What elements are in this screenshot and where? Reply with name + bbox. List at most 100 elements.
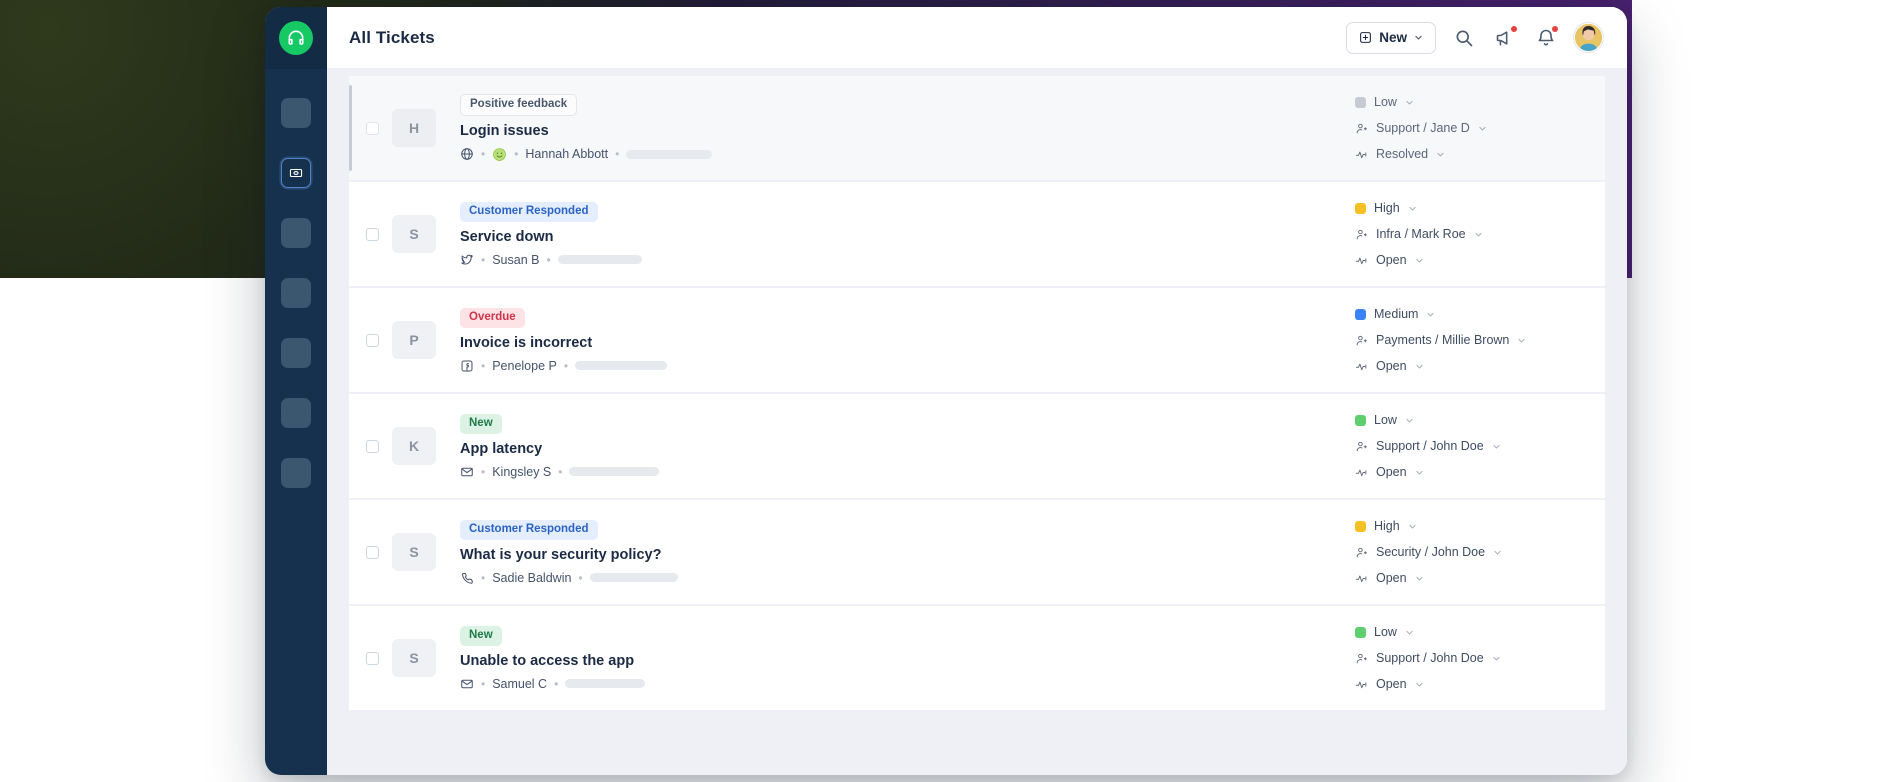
ticket-main: New App latency • Kingsley S •: [460, 413, 1355, 479]
ticket-checkbox[interactable]: [352, 182, 392, 286]
rail-item-6[interactable]: [281, 398, 311, 428]
status-badge: New: [460, 414, 502, 434]
ticket-row[interactable]: P Overdue Invoice is incorrect • Penelope P •…: [349, 288, 1605, 392]
ticket-checkbox[interactable]: [352, 288, 392, 392]
badge-row: Customer Responded: [460, 519, 1355, 540]
ticket-meta: • Samuel C •: [460, 677, 1355, 691]
search-icon[interactable]: [1451, 25, 1477, 51]
rail-item-4[interactable]: [281, 278, 311, 308]
meta-placeholder-bar: [565, 679, 646, 689]
email-icon: [460, 677, 474, 691]
ticket-checkbox[interactable]: [352, 76, 392, 180]
ticket-list: H Positive feedback Login issues • • Hannah A…: [327, 69, 1627, 775]
twitter-icon: [460, 253, 474, 267]
meta-separator: •: [558, 464, 563, 479]
priority-field[interactable]: Low: [1355, 95, 1589, 109]
priority-color-swatch: [1355, 96, 1366, 108]
chevron-down-icon: [1494, 550, 1501, 554]
priority-field[interactable]: High: [1355, 201, 1589, 215]
priority-field[interactable]: High: [1355, 519, 1589, 533]
app-window: All Tickets New H Positive feedback Logi…: [265, 7, 1627, 775]
new-button[interactable]: New: [1346, 21, 1436, 54]
chevron-down-icon: [1475, 232, 1482, 236]
chevron-down-icon: [1518, 338, 1525, 342]
priority-field[interactable]: Low: [1355, 625, 1589, 639]
badge-row: New: [460, 413, 1355, 434]
ticket-checkbox[interactable]: [352, 500, 392, 604]
chevron-down-icon: [1415, 258, 1423, 262]
rail-item-7[interactable]: [281, 458, 311, 488]
person-icon: [1356, 653, 1367, 663]
rail-item-3[interactable]: [281, 218, 311, 248]
pulse-icon: [1355, 575, 1367, 582]
status-field[interactable]: Open: [1355, 359, 1589, 373]
status-field[interactable]: Open: [1355, 571, 1589, 585]
rail-item-5[interactable]: [281, 338, 311, 368]
chevron-down-icon: [1415, 470, 1423, 474]
checkbox-box: [365, 545, 379, 559]
user-avatar[interactable]: [1574, 23, 1603, 52]
ticket-row[interactable]: S Customer Responded What is your security…: [349, 500, 1605, 604]
priority-field[interactable]: Medium: [1355, 307, 1589, 321]
assignee-field[interactable]: Support / John Doe: [1355, 439, 1589, 453]
ticket-subject[interactable]: App latency: [460, 441, 1355, 457]
pulse-icon: [1355, 363, 1367, 370]
rail-item-1[interactable]: [281, 98, 311, 128]
assignee-field[interactable]: Infra / Mark Roe: [1355, 227, 1589, 241]
ticket-subject[interactable]: What is your security policy?: [460, 547, 1355, 563]
ticket-subject[interactable]: Invoice is incorrect: [460, 335, 1355, 351]
ticket-row[interactable]: S New Unable to access the app • Samuel C • Lo…: [349, 606, 1605, 710]
chevron-down-icon: [1493, 656, 1500, 660]
ticket-checkbox[interactable]: [352, 394, 392, 498]
smiley-happy-icon: [493, 147, 507, 161]
status-field[interactable]: Open: [1355, 677, 1589, 691]
assignee-field[interactable]: Security / John Doe: [1355, 545, 1589, 559]
ticket-subject[interactable]: Unable to access the app: [460, 653, 1355, 669]
badge-row: New: [460, 625, 1355, 646]
meta-separator: •: [563, 358, 569, 373]
requester-avatar: S: [392, 639, 436, 677]
ticket-row[interactable]: S Customer Responded Service down • Susan B •…: [349, 182, 1605, 286]
status-badge: Positive feedback: [460, 94, 578, 116]
requester-avatar: S: [392, 533, 436, 571]
ticket-subject[interactable]: Login issues: [460, 123, 1355, 139]
bell-icon[interactable]: [1533, 25, 1559, 51]
assignee-value: Support / Jane D: [1376, 121, 1470, 135]
meta-separator: •: [546, 252, 551, 267]
ticket-subject[interactable]: Service down: [460, 229, 1355, 245]
chevron-down-icon: [1493, 444, 1500, 448]
ticket-row[interactable]: H Positive feedback Login issues • • Hannah A…: [349, 76, 1605, 180]
priority-field[interactable]: Low: [1355, 413, 1589, 427]
status-field[interactable]: Open: [1355, 253, 1589, 267]
assignee-value: Support / John Doe: [1376, 439, 1484, 453]
megaphone-icon[interactable]: [1492, 25, 1518, 51]
assignee-field[interactable]: Support / Jane D: [1355, 121, 1589, 135]
ticket-row[interactable]: K New App latency • Kingsley S • Low Support / …: [349, 394, 1605, 498]
chevron-down-icon: [1427, 312, 1435, 316]
status-badge: Overdue: [460, 308, 525, 328]
status-value: Open: [1376, 677, 1407, 691]
chevron-down-icon: [1406, 418, 1413, 422]
ticket-checkbox[interactable]: [352, 606, 392, 710]
assignee-field[interactable]: Support / John Doe: [1355, 651, 1589, 665]
pulse-icon: [1355, 151, 1367, 158]
priority-value: High: [1374, 201, 1400, 215]
status-value: Open: [1376, 253, 1407, 267]
status-badge: New: [460, 626, 502, 646]
ticket-meta: • • Hannah Abbott •: [460, 147, 1355, 162]
ticket-fields: High Security / John Doe Open: [1355, 519, 1605, 585]
requester-avatar: H: [392, 109, 436, 147]
app-logo[interactable]: [265, 7, 327, 69]
requester-name: Susan B: [492, 252, 540, 267]
rail-item-tickets[interactable]: [281, 158, 311, 188]
status-field[interactable]: Open: [1355, 465, 1589, 479]
assignee-field[interactable]: Payments / Millie Brown: [1355, 333, 1589, 347]
ticket-meta: • Susan B •: [460, 253, 1355, 267]
checkbox-box: [365, 227, 379, 241]
status-field[interactable]: Resolved: [1355, 147, 1589, 161]
requester-name: Penelope P: [492, 358, 557, 373]
phone-icon: [462, 572, 473, 584]
requester-name: Hannah Abbott: [525, 147, 609, 162]
assignee-value: Infra / Mark Roe: [1376, 227, 1466, 241]
meta-separator: •: [481, 570, 486, 585]
